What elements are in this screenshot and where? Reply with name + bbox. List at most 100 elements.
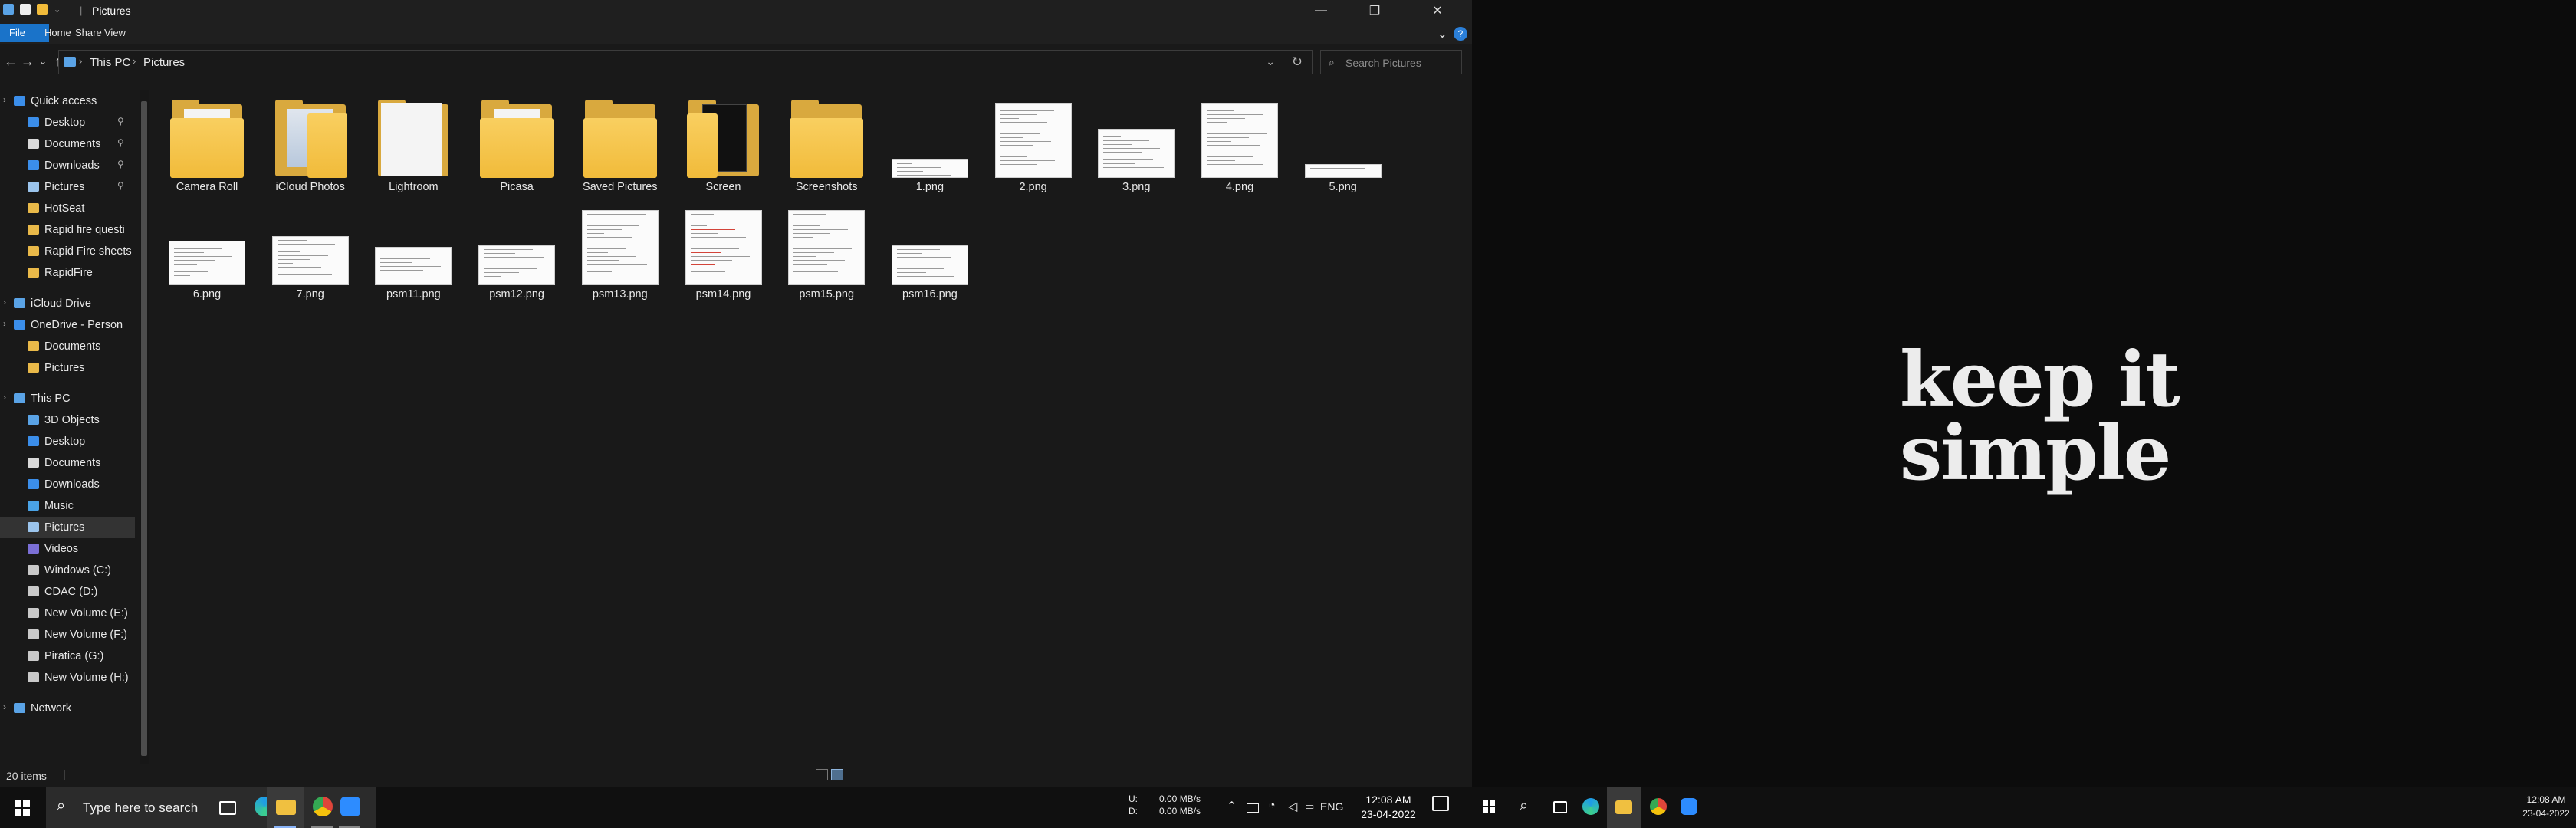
tab-view[interactable]: View: [95, 24, 135, 42]
help-icon[interactable]: ?: [1454, 27, 1467, 41]
expand-ribbon-icon[interactable]: ⌄: [1438, 26, 1447, 41]
expand-chevron-icon[interactable]: ›: [3, 702, 6, 712]
nav-item[interactable]: › Quick access: [0, 90, 135, 112]
file-item[interactable]: 1.png: [876, 90, 984, 202]
file-item[interactable]: 2.png: [980, 90, 1087, 202]
nav-item[interactable]: Downloads: [0, 474, 135, 495]
file-item[interactable]: psm13.png: [567, 198, 674, 310]
nav-item[interactable]: Rapid Fire sheets: [0, 241, 135, 262]
file-item[interactable]: psm11.png: [360, 198, 467, 310]
pin-icon: ⚲: [117, 137, 124, 148]
address-bar[interactable]: › This PC › Pictures ⌄ ↻: [58, 50, 1313, 74]
windows-logo-icon: [1483, 800, 1495, 813]
address-dropdown-icon[interactable]: ⌄: [1266, 55, 1275, 68]
file-explorer-button[interactable]: [1607, 787, 1641, 828]
nav-item[interactable]: Rapid fire questi: [0, 219, 135, 241]
chrome-icon[interactable]: [1650, 798, 1667, 815]
notification-center-icon[interactable]: [1432, 796, 1449, 811]
crumb-this-pc[interactable]: This PC: [90, 56, 130, 69]
nav-item[interactable]: New Volume (F:): [0, 624, 135, 646]
zoom-icon[interactable]: [1681, 798, 1697, 815]
nav-item[interactable]: HotSeat: [0, 198, 135, 219]
secondary-clock[interactable]: 12:08 AM 23-04-2022: [2518, 793, 2574, 820]
start-button[interactable]: [1472, 787, 1506, 828]
search-input[interactable]: [1344, 54, 1458, 71]
crumb-pictures[interactable]: Pictures: [143, 56, 185, 69]
nav-item[interactable]: Windows (C:): [0, 560, 135, 581]
file-item[interactable]: psm12.png: [463, 198, 570, 310]
input-language[interactable]: ENG: [1320, 800, 1343, 813]
nav-item[interactable]: Downloads ⚲: [0, 155, 135, 176]
file-item[interactable]: psm14.png: [670, 198, 777, 310]
file-item[interactable]: Saved Pictures: [567, 90, 674, 202]
file-explorer-button[interactable]: [267, 787, 304, 828]
back-button[interactable]: ←: [2, 54, 20, 70]
nav-item[interactable]: New Volume (H:): [0, 667, 135, 688]
expand-chevron-icon[interactable]: ›: [3, 318, 6, 329]
zoom-button[interactable]: [331, 787, 368, 828]
nav-item[interactable]: Documents: [0, 336, 135, 357]
file-item[interactable]: 4.png: [1186, 90, 1293, 202]
navigation-scrollbar[interactable]: [140, 90, 149, 764]
nav-item[interactable]: Pictures: [0, 357, 135, 379]
nav-item[interactable]: Documents ⚲: [0, 133, 135, 155]
file-item[interactable]: 5.png: [1290, 90, 1397, 202]
nav-item[interactable]: Pictures: [0, 517, 135, 538]
details-view-button[interactable]: [816, 769, 828, 780]
pictures-icon: [28, 522, 39, 532]
new-folder-icon[interactable]: [37, 4, 48, 15]
nav-item[interactable]: 3D Objects: [0, 409, 135, 431]
nav-item[interactable]: New Volume (E:): [0, 603, 135, 624]
search-icon[interactable]: ⌕: [1520, 797, 1528, 815]
volume-icon[interactable]: ◁: [1288, 799, 1297, 814]
nav-item[interactable]: Desktop ⚲: [0, 112, 135, 133]
file-item[interactable]: Screen: [670, 90, 777, 202]
nav-item[interactable]: Desktop: [0, 431, 135, 452]
nav-item[interactable]: Pictures ⚲: [0, 176, 135, 198]
edge-icon[interactable]: [1582, 798, 1599, 815]
battery-icon[interactable]: [1247, 803, 1259, 813]
properties-icon[interactable]: [20, 4, 31, 15]
file-item[interactable]: 3.png: [1083, 90, 1190, 202]
minimize-button[interactable]: —: [1294, 0, 1348, 21]
nav-item[interactable]: Documents: [0, 452, 135, 474]
nav-item[interactable]: › Network: [0, 698, 135, 719]
file-item[interactable]: psm15.png: [773, 198, 880, 310]
customize-toolbar-icon[interactable]: ⌄: [54, 5, 61, 15]
close-button[interactable]: ✕: [1411, 0, 1464, 21]
file-item[interactable]: iCloud Photos: [257, 90, 364, 202]
nav-item[interactable]: › This PC: [0, 388, 135, 409]
maximize-button[interactable]: ❐: [1348, 0, 1401, 21]
nav-item[interactable]: Videos: [0, 538, 135, 560]
search-box[interactable]: ⌕: [1320, 50, 1462, 74]
refresh-icon[interactable]: ↻: [1292, 54, 1303, 70]
nav-item[interactable]: › iCloud Drive: [0, 293, 135, 314]
file-item[interactable]: 6.png: [153, 198, 261, 310]
scrollbar-thumb[interactable]: [141, 101, 147, 756]
downloads-icon: [28, 479, 39, 489]
file-item[interactable]: Picasa: [463, 90, 570, 202]
nav-item[interactable]: › OneDrive - Person: [0, 314, 135, 336]
start-button[interactable]: [0, 787, 46, 828]
expand-chevron-icon[interactable]: ›: [3, 94, 6, 105]
folder-icon: [28, 203, 39, 213]
file-item[interactable]: Lightroom: [360, 90, 467, 202]
wifi-icon[interactable]: ◔: [1268, 799, 1276, 813]
file-item[interactable]: Camera Roll: [153, 90, 261, 202]
nav-item[interactable]: RapidFire: [0, 262, 135, 284]
nav-item[interactable]: Music: [0, 495, 135, 517]
large-icons-view-button[interactable]: [831, 769, 843, 780]
file-item[interactable]: psm16.png: [876, 198, 984, 310]
task-view-button[interactable]: [209, 787, 245, 828]
show-hidden-icons[interactable]: ⌃: [1227, 799, 1237, 814]
expand-chevron-icon[interactable]: ›: [3, 392, 6, 402]
nav-item[interactable]: CDAC (D:): [0, 581, 135, 603]
keyboard-icon[interactable]: ▭: [1305, 800, 1314, 813]
nav-item[interactable]: Piratica (G:): [0, 646, 135, 667]
taskbar-clock[interactable]: 12:08 AM 23-04-2022: [1355, 793, 1421, 822]
task-view-icon[interactable]: [1553, 801, 1567, 813]
file-thumbnail: [463, 198, 570, 285]
file-item[interactable]: Screenshots: [773, 90, 880, 202]
file-item[interactable]: 7.png: [257, 198, 364, 310]
expand-chevron-icon[interactable]: ›: [3, 297, 6, 307]
